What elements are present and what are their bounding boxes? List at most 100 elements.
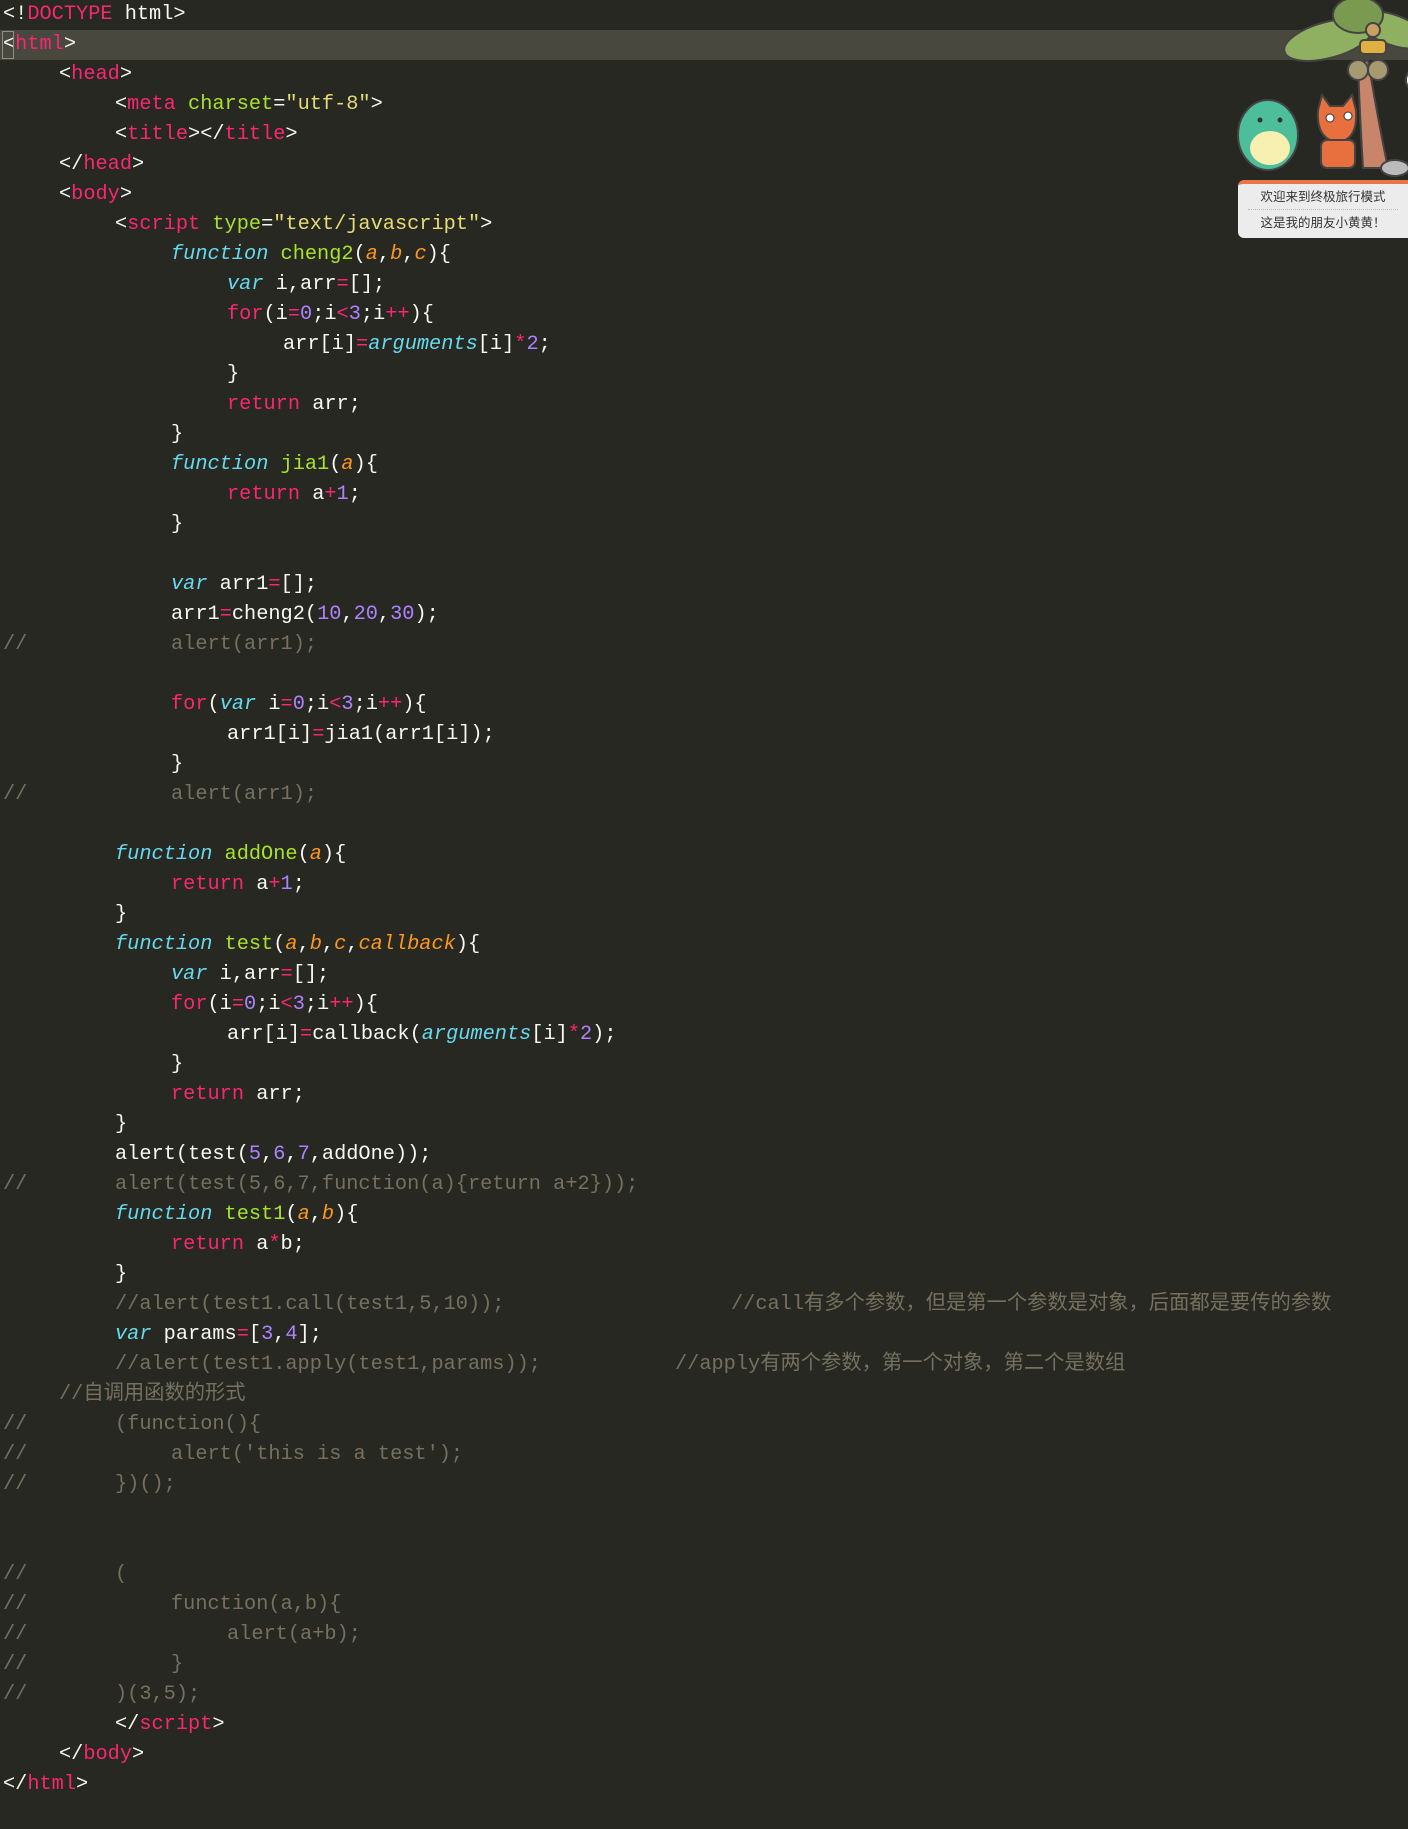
code-text: b;: [280, 1233, 305, 1256]
code-line[interactable]: // )(3,5);: [0, 1680, 1408, 1710]
code-line[interactable]: </script>: [0, 1710, 1408, 1740]
code-text: =: [273, 93, 286, 116]
code-line[interactable]: return arr;: [0, 390, 1408, 420]
code-line[interactable]: return arr;: [0, 1080, 1408, 1110]
keyword-token: function: [115, 933, 213, 956]
mascot-message-box: 欢迎来到终极旅行模式 这是我的朋友小黄黄！: [1238, 180, 1408, 238]
code-line[interactable]: // alert(test(5,6,7,function(a){return a…: [0, 1170, 1408, 1200]
code-line[interactable]: // alert('this is a test');: [0, 1440, 1408, 1470]
code-line[interactable]: var i,arr=[];: [0, 270, 1408, 300]
code-line[interactable]: var i,arr=[];: [0, 960, 1408, 990]
code-editor[interactable]: <!DOCTYPE html> <html> <head> <meta chars…: [0, 0, 1408, 1800]
mascot-widget[interactable]: 欢迎来到终极旅行模式 这是我的朋友小黄黄！: [1218, 0, 1408, 238]
code-line[interactable]: for(i=0;i<3;i++){: [0, 300, 1408, 330]
code-line[interactable]: arr1=cheng2(10,20,30);: [0, 600, 1408, 630]
code-line[interactable]: }: [0, 1260, 1408, 1290]
number-token: 6: [273, 1143, 286, 1166]
code-line[interactable]: }: [0, 750, 1408, 780]
operator-token: =: [287, 303, 301, 326]
code-text: );: [414, 603, 439, 626]
code-line[interactable]: [0, 1530, 1408, 1560]
code-line[interactable]: function cheng2(a,b,c){: [0, 240, 1408, 270]
code-line[interactable]: // alert(a+b);: [0, 1620, 1408, 1650]
code-line[interactable]: //alert(test1.call(test1,5,10)); //call有…: [0, 1290, 1408, 1320]
code-line[interactable]: [0, 1500, 1408, 1530]
code-line[interactable]: for(i=0;i<3;i++){: [0, 990, 1408, 1020]
code-text: }: [3, 1053, 184, 1076]
number-token: 3: [292, 993, 305, 1016]
code-line[interactable]: // alert(arr1);: [0, 780, 1408, 810]
code-line[interactable]: return a+1;: [0, 480, 1408, 510]
code-line[interactable]: alert(test(5,6,7,addOne));: [0, 1140, 1408, 1170]
code-line[interactable]: <body>: [0, 180, 1408, 210]
code-line[interactable]: function test(a,b,c,callback){: [0, 930, 1408, 960]
code-line[interactable]: }: [0, 1110, 1408, 1140]
code-line[interactable]: }: [0, 1050, 1408, 1080]
code-text: ;: [348, 483, 361, 506]
code-text: ,: [377, 243, 391, 266]
code-line[interactable]: <title></title>: [0, 120, 1408, 150]
code-line[interactable]: [0, 660, 1408, 690]
code-line[interactable]: </body>: [0, 1740, 1408, 1770]
code-text: >: [480, 213, 493, 236]
code-text: (: [297, 843, 310, 866]
code-line[interactable]: <script type="text/javascript">: [0, 210, 1408, 240]
code-line[interactable]: <!DOCTYPE html>: [0, 0, 1408, 30]
operator-token: =: [231, 993, 245, 1016]
code-line[interactable]: function jia1(a){: [0, 450, 1408, 480]
comment-token: // alert(arr1);: [3, 783, 318, 806]
parameter-token: c: [334, 933, 347, 956]
code-line[interactable]: function addOne(a){: [0, 840, 1408, 870]
number-token: 7: [297, 1143, 310, 1166]
code-line[interactable]: arr1[i]=jia1(arr1[i]);: [0, 720, 1408, 750]
code-line[interactable]: // alert(arr1);: [0, 630, 1408, 660]
code-text: ;: [292, 873, 305, 896]
code-line[interactable]: var arr1=[];: [0, 570, 1408, 600]
code-text: </: [3, 1743, 84, 1766]
code-line[interactable]: // })();: [0, 1470, 1408, 1500]
code-line[interactable]: }: [0, 420, 1408, 450]
keyword-token: var: [171, 963, 208, 986]
code-line[interactable]: return a*b;: [0, 1230, 1408, 1260]
code-line[interactable]: </html>: [0, 1770, 1408, 1800]
operator-token: ++: [329, 993, 354, 1016]
code-line[interactable]: <head>: [0, 60, 1408, 90]
code-text: <: [3, 63, 72, 86]
code-line[interactable]: // }: [0, 1650, 1408, 1680]
comment-token: // )(3,5);: [3, 1683, 201, 1706]
code-line[interactable]: arr[i]=arguments[i]*2;: [0, 330, 1408, 360]
code-line[interactable]: var params=[3,4];: [0, 1320, 1408, 1350]
code-line[interactable]: //alert(test1.apply(test1,params)); //ap…: [0, 1350, 1408, 1380]
operator-token: for: [227, 303, 264, 326]
code-line[interactable]: // (function(){: [0, 1410, 1408, 1440]
code-line[interactable]: }: [0, 510, 1408, 540]
keyword-token: var: [227, 273, 264, 296]
code-line[interactable]: [0, 810, 1408, 840]
code-line[interactable]: for(var i=0;i<3;i++){: [0, 690, 1408, 720]
mascot-illustration: [1237, 0, 1408, 177]
code-line[interactable]: function test1(a,b){: [0, 1200, 1408, 1230]
code-line[interactable]: }: [0, 900, 1408, 930]
code-text: ){: [353, 453, 378, 476]
code-line[interactable]: arr[i]=callback(arguments[i]*2);: [0, 1020, 1408, 1050]
code-line[interactable]: //自调用函数的形式: [0, 1380, 1408, 1410]
code-line[interactable]: return a+1;: [0, 870, 1408, 900]
code-line[interactable]: // (: [0, 1560, 1408, 1590]
code-line[interactable]: </head>: [0, 150, 1408, 180]
code-text: >: [370, 93, 383, 116]
code-text: (: [329, 453, 342, 476]
parameter-token: callback: [358, 933, 456, 956]
code-line[interactable]: [0, 540, 1408, 570]
code-line[interactable]: // function(a,b){: [0, 1590, 1408, 1620]
green-dinosaur-icon: [1237, 99, 1299, 171]
code-text: ;i: [304, 993, 330, 1016]
code-line[interactable]: }: [0, 360, 1408, 390]
code-line-current[interactable]: <html>: [0, 30, 1408, 60]
code-line[interactable]: <meta charset="utf-8">: [0, 90, 1408, 120]
